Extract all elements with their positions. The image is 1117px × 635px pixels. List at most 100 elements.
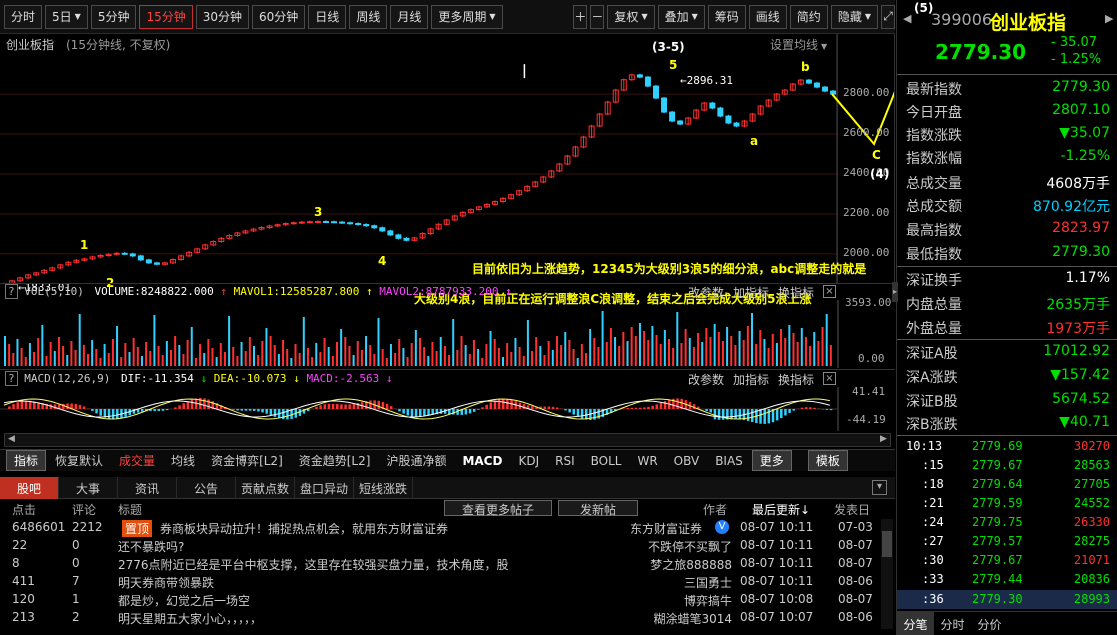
collapse-icon[interactable]: ▾: [872, 480, 887, 495]
col-posted[interactable]: 发表日: [834, 501, 870, 518]
chips-button[interactable]: 筹码: [707, 4, 746, 29]
indicator-tab-indicator[interactable]: 指标: [6, 450, 47, 471]
tab-trades[interactable]: 分笔: [897, 612, 934, 635]
period-tab-week[interactable]: 周线: [349, 4, 388, 29]
prev-stock-icon[interactable]: ◀: [903, 12, 911, 25]
forum-row[interactable]: 411 7 明天券商带领暴跌 三国勇士 08-07 10:11 08-06: [0, 573, 880, 590]
forum-tab-contribution[interactable]: 贡献点数: [236, 477, 295, 499]
indicator-tab-hsgt[interactable]: 沪股通净额: [379, 451, 453, 470]
forum-tab-notices[interactable]: 公告: [177, 477, 236, 499]
forum-tab-short-term[interactable]: 短线涨跌: [354, 477, 413, 499]
macd-change-indicator-button[interactable]: 换指标: [778, 371, 814, 388]
row-author[interactable]: 东方财富证券: [630, 520, 702, 537]
indicator-tab-volume[interactable]: 成交量: [112, 451, 162, 470]
candle-body: [306, 221, 313, 224]
forum-tab-news[interactable]: 资讯: [118, 477, 177, 499]
macd-bar: [780, 409, 783, 419]
row-title[interactable]: 明天星期五大家小心，，，，，: [118, 610, 558, 627]
volume-bar: [228, 316, 231, 366]
row-author[interactable]: 不跌停不买飘了: [632, 538, 732, 555]
forum-row[interactable]: 6486601 2212 置顶 券商板块异动拉升！捕捉热点机会，就用东方财富证券…: [0, 519, 880, 537]
forum-row[interactable]: 22 0 还不暴跌吗? 不跌停不买飘了 08-07 10:11 08-07: [0, 537, 880, 554]
period-tab-day[interactable]: 日线: [308, 4, 347, 29]
volume-bar: [153, 315, 156, 366]
panel-toggle-icon[interactable]: ▸: [892, 282, 898, 302]
draw-line-button[interactable]: 画线: [748, 4, 787, 29]
macd-bar: [257, 409, 260, 412]
period-tab-5min[interactable]: 5分钟: [90, 4, 137, 29]
simple-button[interactable]: 简约: [789, 4, 828, 29]
zoom-out-button[interactable]: －: [590, 4, 605, 29]
indicator-tab-boll[interactable]: BOLL: [584, 453, 629, 469]
row-author[interactable]: 糊涂蜡笔3014: [632, 610, 732, 627]
indicator-tab-capital-trend[interactable]: 资金趋势[L2]: [292, 451, 378, 470]
fullscreen-icon[interactable]: ⤢: [880, 4, 895, 29]
overlay-button[interactable]: 叠加 ▼: [657, 4, 705, 29]
chart-scrollbar[interactable]: ◀ ▶: [4, 433, 891, 447]
row-title[interactable]: 2776点附近已经是平台中枢支撑，这里存在较强买盘力量，技术角度，股: [118, 556, 560, 573]
vol-edit-params-button[interactable]: 改参数: [688, 284, 724, 301]
forum-row[interactable]: 120 1 都是炒，幻觉之后一场空 博弈搞牛 08-07 10:08 08-07: [0, 591, 880, 608]
period-tab-month[interactable]: 月线: [390, 4, 429, 29]
new-post-button[interactable]: 发新帖: [558, 500, 638, 517]
indicator-tab-rsi[interactable]: RSI: [548, 453, 582, 469]
period-tab-30min[interactable]: 30分钟: [195, 4, 250, 29]
indicator-tab-bias[interactable]: BIAS: [708, 453, 750, 469]
indicator-tab-macd[interactable]: MACD: [455, 453, 509, 469]
period-tab-5day[interactable]: 5日 ▼: [45, 4, 88, 29]
forum-row[interactable]: 8 0 2776点附近已经是平台中枢支撑，这里存在较强买盘力量，技术角度，股 梦…: [0, 555, 880, 572]
forum-tab-events[interactable]: 大事: [59, 477, 118, 499]
more-periods-button[interactable]: 更多周期 ▼: [431, 4, 503, 29]
scroll-right-icon[interactable]: ▶: [877, 434, 890, 446]
close-icon[interactable]: ×: [823, 285, 836, 298]
indicator-tab-obv[interactable]: OBV: [667, 453, 707, 469]
scroll-left-icon[interactable]: ◀: [5, 434, 18, 446]
forum-row[interactable]: 213 2 明天星期五大家小心，，，，， 糊涂蜡笔3014 08-07 10:0…: [0, 609, 880, 626]
adjust-button[interactable]: 复权 ▼: [607, 4, 655, 29]
row-author[interactable]: 博弈搞牛: [632, 592, 732, 609]
vol-change-indicator-button[interactable]: 换指标: [778, 284, 814, 301]
indicator-tab-wr[interactable]: WR: [630, 453, 664, 469]
period-tab-timeshare[interactable]: 分时: [4, 4, 43, 29]
indicator-tab-reset[interactable]: 恢复默认: [48, 451, 110, 470]
stat-label: 深证B股: [906, 394, 958, 410]
tick-row: :30 2779.67 21071: [897, 551, 1117, 570]
row-clicks: 22: [12, 538, 28, 552]
vol-toggle-icon[interactable]: ?: [5, 284, 18, 299]
row-author[interactable]: 三国勇士: [632, 574, 732, 591]
period-tab-60min[interactable]: 60分钟: [252, 4, 306, 29]
indicator-tab-capital-game[interactable]: 资金博弈[L2]: [204, 451, 290, 470]
tab-timeshare[interactable]: 分时: [934, 612, 971, 635]
forum-tab-guba[interactable]: 股吧: [0, 477, 59, 499]
vol-add-indicator-button[interactable]: 加指标: [733, 284, 769, 301]
col-updated[interactable]: 最后更新↓: [752, 501, 810, 518]
indicator-tab-kdj[interactable]: KDJ: [511, 453, 546, 469]
close-icon[interactable]: ×: [823, 372, 836, 385]
view-more-posts-button[interactable]: 查看更多帖子: [444, 500, 552, 517]
tick-volume: 24552: [1073, 496, 1110, 510]
indicator-tab-more[interactable]: 更多: [751, 450, 792, 471]
macd-edit-params-button[interactable]: 改参数: [688, 371, 724, 388]
period-tab-15min[interactable]: 15分钟: [139, 4, 193, 29]
indicator-tab-template[interactable]: 模板: [807, 450, 848, 471]
row-title[interactable]: 明天券商带领暴跌: [118, 574, 558, 591]
row-title[interactable]: 券商板块异动拉升！捕捉热点机会，就用东方财富证券: [160, 520, 620, 537]
forum-tab-anomaly[interactable]: 盘口异动: [295, 477, 354, 499]
row-title[interactable]: 都是炒，幻觉之后一场空: [118, 592, 558, 609]
next-stock-icon[interactable]: ▶: [1105, 12, 1113, 25]
indicator-tab-ma[interactable]: 均线: [164, 451, 202, 470]
tick-price: 2779.75: [972, 515, 1023, 529]
volume-bar: [829, 345, 832, 366]
stat-value: ▼40.71: [1059, 414, 1110, 430]
hide-button[interactable]: 隐藏 ▼: [830, 4, 878, 29]
row-author[interactable]: 梦之旅888888: [632, 556, 732, 573]
row-title[interactable]: 还不暴跌吗?: [118, 538, 558, 555]
macd-toggle-icon[interactable]: ?: [5, 371, 18, 386]
kline-chart[interactable]: [0, 34, 895, 284]
volume-bar: [365, 336, 368, 366]
tab-price-volume[interactable]: 分价: [971, 612, 1008, 635]
zoom-in-button[interactable]: ＋: [573, 4, 588, 29]
macd-add-indicator-button[interactable]: 加指标: [733, 371, 769, 388]
set-ma-button[interactable]: 设置均线 ▼: [770, 36, 827, 53]
forum-scrollbar[interactable]: [881, 519, 893, 629]
